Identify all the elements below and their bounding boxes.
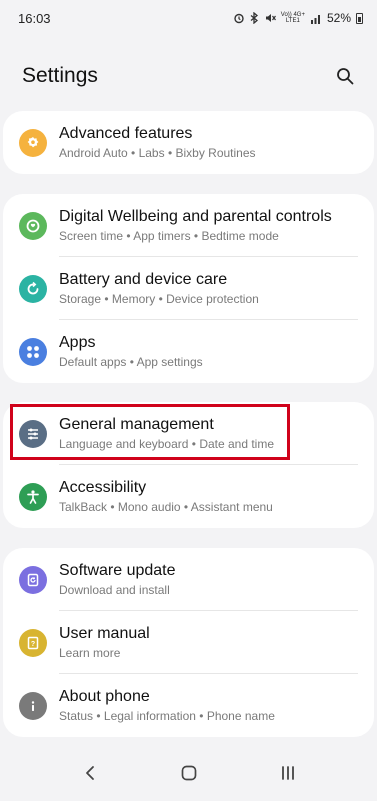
alarm-icon xyxy=(234,13,244,24)
settings-item-software-update[interactable]: Software update Download and install xyxy=(3,548,374,611)
settings-item-title: Battery and device care xyxy=(59,271,228,288)
settings-item-user-manual[interactable]: ? User manual Learn more xyxy=(3,611,374,674)
settings-item-title: Apps xyxy=(59,334,96,351)
settings-group-1: Advanced features Android Auto • Labs • … xyxy=(3,111,374,174)
recents-button[interactable] xyxy=(268,753,308,793)
settings-item-about-phone[interactable]: About phone Status • Legal information •… xyxy=(3,674,374,737)
digital-wellbeing-icon xyxy=(19,211,47,240)
back-button[interactable] xyxy=(70,753,110,793)
settings-item-subtitle: Learn more xyxy=(59,646,121,660)
settings-item-subtitle: Default apps • App settings xyxy=(59,355,203,369)
settings-item-subtitle: Android Auto • Labs • Bixby Routines xyxy=(59,146,256,160)
page-title: Settings xyxy=(22,64,98,87)
settings-item-title: Accessibility xyxy=(59,479,147,496)
settings-item-title: Digital Wellbeing and parental controls xyxy=(59,208,332,225)
advanced-features-icon xyxy=(19,128,47,157)
mute-icon xyxy=(265,14,276,22)
settings-item-battery-device-care[interactable]: Battery and device care Storage • Memory… xyxy=(3,257,374,320)
settings-item-title: Software update xyxy=(59,562,176,579)
settings-item-digital-wellbeing[interactable]: Digital Wellbeing and parental controls … xyxy=(3,194,374,257)
apps-icon xyxy=(19,337,47,366)
recents-icon xyxy=(281,766,294,780)
search-button[interactable] xyxy=(333,64,357,88)
search-icon xyxy=(337,68,354,85)
settings-item-title: Advanced features xyxy=(59,125,193,142)
home-icon xyxy=(181,765,196,781)
settings-item-apps[interactable]: Apps Default apps • App settings xyxy=(3,320,374,383)
settings-item-subtitle: Screen time • App timers • Bedtime mode xyxy=(59,229,279,243)
software-update-icon xyxy=(19,565,47,594)
settings-item-accessibility[interactable]: Accessibility TalkBack • Mono audio • As… xyxy=(3,465,374,528)
about-phone-icon xyxy=(19,691,47,720)
back-icon xyxy=(85,766,94,780)
svg-text:?: ? xyxy=(31,641,35,648)
settings-item-subtitle: TalkBack • Mono audio • Assistant menu xyxy=(59,500,273,514)
settings-item-subtitle: Storage • Memory • Device protection xyxy=(59,292,259,306)
bluetooth-icon xyxy=(250,12,258,24)
header: Settings xyxy=(0,60,377,92)
highlight-box xyxy=(10,404,290,460)
device-care-icon xyxy=(19,274,47,303)
settings-item-advanced-features[interactable]: Advanced features Android Auto • Labs • … xyxy=(3,111,374,174)
settings-item-subtitle: Download and install xyxy=(59,583,170,597)
accessibility-icon xyxy=(19,482,47,511)
battery-icon xyxy=(356,12,363,24)
battery-percent: 52% xyxy=(326,11,351,25)
settings-item-subtitle: Status • Legal information • Phone name xyxy=(59,709,275,723)
settings-group-2: Digital Wellbeing and parental controls … xyxy=(3,194,374,383)
settings-group-4: Software update Download and install ? U… xyxy=(3,548,374,737)
network-label: Vo)) 4G+ LTE1 xyxy=(281,12,305,24)
network-label-bottom: LTE1 xyxy=(285,18,300,24)
settings-item-title: User manual xyxy=(59,625,150,642)
user-manual-icon: ? xyxy=(19,628,47,657)
home-button[interactable] xyxy=(169,753,209,793)
status-icons: Vo)) 4G+ LTE1 52% xyxy=(233,11,363,25)
status-bar: 16:03 Vo)) 4G+ LTE1 52% xyxy=(0,0,377,36)
status-time: 16:03 xyxy=(18,10,51,26)
signal-icon xyxy=(310,14,320,24)
navigation-bar xyxy=(0,745,377,801)
settings-item-title: About phone xyxy=(59,688,150,705)
